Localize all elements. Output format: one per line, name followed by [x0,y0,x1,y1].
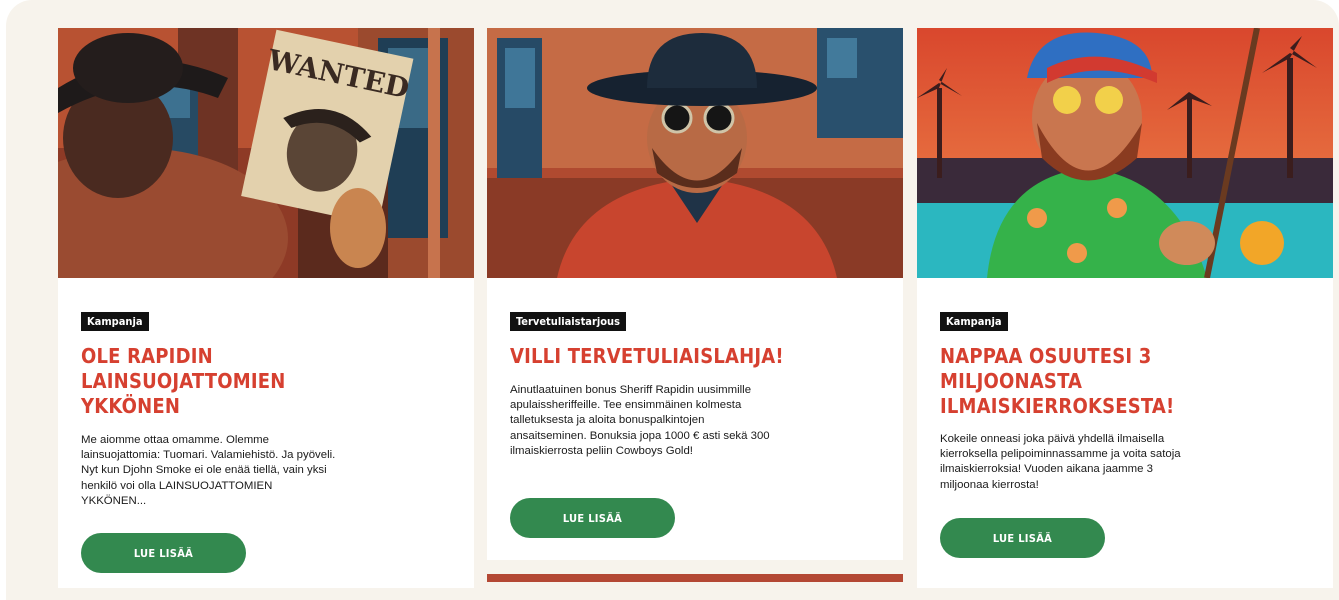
promo-description: Ainutlaatuinen bonus Sheriff Rapidin uus… [510,384,770,457]
promo-image-fisherman[interactable] [917,28,1333,278]
read-more-button[interactable]: LUE LISÄÄ [940,518,1105,558]
promo-description: Me aiomme ottaa omamme. Olemme lainsuoja… [81,434,336,507]
promo-card-outlaw[interactable]: WANTED Kampanja OLE RAPIDIN LAINSUOJATTO… [58,28,474,588]
fisherman-illustration [917,28,1333,278]
promo-title[interactable]: OLE RAPIDIN LAINSUOJATTOMIEN YKKÖNEN [81,344,311,419]
promo-card-welcome[interactable]: Tervetuliaistarjous VILLI TERVETULIAISLA… [487,28,903,560]
promo-title[interactable]: NAPPAA OSUUTESI 3 MILJOONASTA ILMAISKIER… [940,344,1200,419]
read-more-button[interactable]: LUE LISÄÄ [81,533,246,573]
promo-card-free-spins[interactable]: Kampanja NAPPAA OSUUTESI 3 MILJOONASTA I… [917,28,1333,588]
read-more-button[interactable]: LUE LISÄÄ [510,498,675,538]
promo-description: Kokeile onneasi joka päivä yhdellä ilmai… [940,433,1181,491]
promo-image-wanted-poster[interactable]: WANTED [58,28,474,278]
promo-title[interactable]: VILLI TERVETULIAISLAHJA! [510,344,890,369]
next-card-preview [487,574,903,582]
promo-image-sheriff[interactable] [487,28,903,278]
promo-tag: Tervetuliaistarjous [510,312,626,331]
promo-tag: Kampanja [940,312,1008,331]
sheriff-illustration [487,28,903,278]
outlaw-illustration: WANTED [58,28,474,278]
promo-tag: Kampanja [81,312,149,331]
